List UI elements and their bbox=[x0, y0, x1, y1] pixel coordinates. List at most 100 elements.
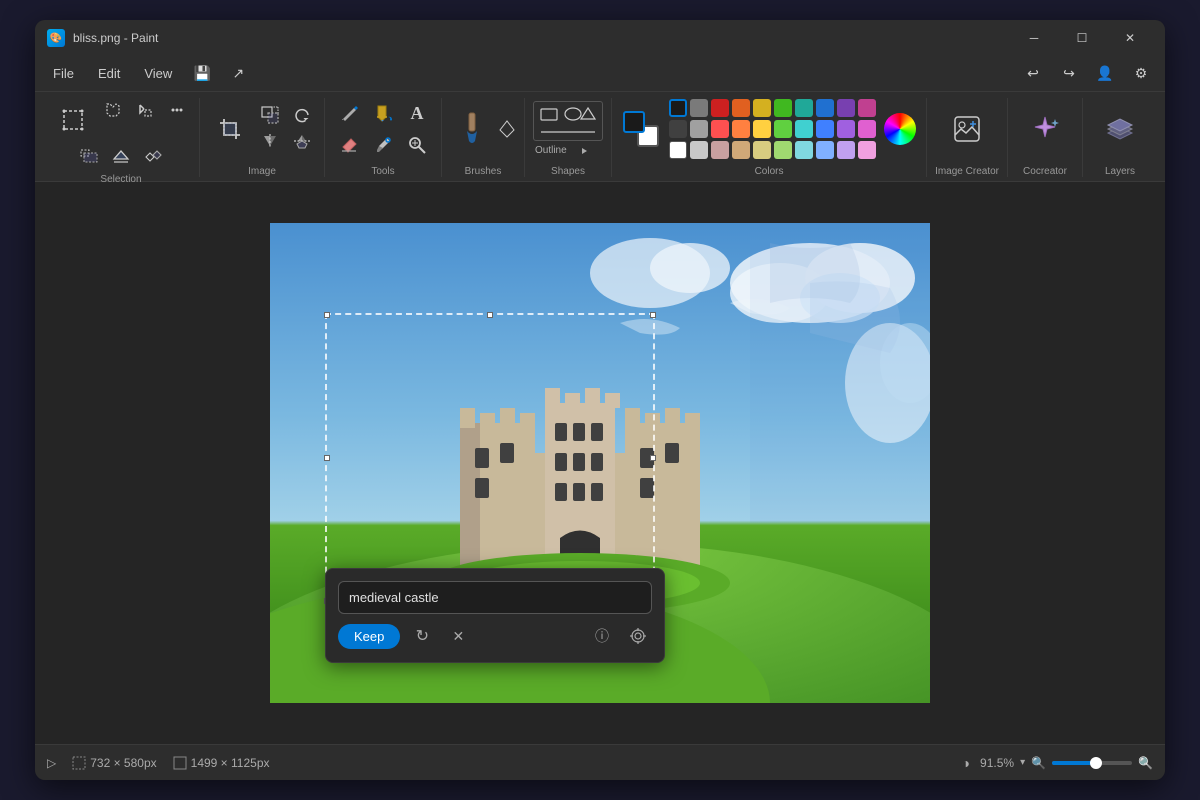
text-btn[interactable]: A bbox=[401, 98, 433, 128]
select-all-btn[interactable] bbox=[75, 144, 103, 168]
zoom-level-text: 91.5% bbox=[976, 756, 1014, 770]
cs-22[interactable] bbox=[690, 120, 708, 138]
cs-33[interactable] bbox=[711, 141, 729, 159]
keep-button[interactable]: Keep bbox=[338, 624, 400, 649]
cs-28[interactable] bbox=[816, 120, 834, 138]
pencil-btn[interactable] bbox=[333, 98, 365, 128]
foreground-color-swatch[interactable] bbox=[623, 111, 645, 133]
canvas-image: Keep ↻ ✕ ⓘ bbox=[270, 223, 930, 703]
free-select-btn[interactable] bbox=[99, 98, 127, 122]
select-layer-btn[interactable] bbox=[107, 144, 135, 168]
cs-34[interactable] bbox=[732, 141, 750, 159]
resize-btn[interactable] bbox=[256, 103, 284, 127]
colors-content bbox=[623, 98, 916, 164]
selection-content bbox=[51, 98, 191, 172]
image-creator-content bbox=[938, 98, 996, 164]
color-swatch-teal[interactable] bbox=[795, 99, 813, 117]
select-more-btn[interactable] bbox=[139, 144, 167, 168]
magnifier-btn[interactable] bbox=[401, 130, 433, 160]
account-button[interactable]: 👤 bbox=[1089, 60, 1121, 88]
minimize-button[interactable]: ─ bbox=[1011, 23, 1057, 53]
rectangle-select-btn[interactable] bbox=[51, 98, 95, 142]
settings-button[interactable]: ⚙ bbox=[1125, 60, 1157, 88]
save-icon-button[interactable]: 💾 bbox=[186, 60, 218, 88]
crop-btn[interactable] bbox=[208, 103, 252, 155]
color-swatch-yellow[interactable] bbox=[753, 99, 771, 117]
fill-btn[interactable] bbox=[367, 98, 399, 128]
color-swatch-dark-gray[interactable] bbox=[690, 99, 708, 117]
cs-210[interactable] bbox=[858, 120, 876, 138]
zoom-thumb[interactable] bbox=[1090, 757, 1102, 769]
shapes-group: Outline Shapes bbox=[525, 98, 612, 177]
menu-edit[interactable]: Edit bbox=[88, 62, 130, 85]
color-swatch-orange[interactable] bbox=[732, 99, 750, 117]
cs-21[interactable] bbox=[669, 120, 687, 138]
tools-label: Tools bbox=[371, 164, 394, 177]
rotate-btn[interactable] bbox=[288, 103, 316, 127]
main-window: 🎨 bliss.png - Paint ─ ☐ ✕ File Edit View… bbox=[35, 20, 1165, 780]
ai-settings-button[interactable] bbox=[624, 622, 652, 650]
cs-23[interactable] bbox=[711, 120, 729, 138]
color-swatch-purple[interactable] bbox=[837, 99, 855, 117]
colors-label: Colors bbox=[755, 164, 784, 177]
flip-btn[interactable] bbox=[256, 129, 284, 153]
theme-toggle[interactable]: ◑ bbox=[962, 755, 970, 771]
active-colors bbox=[623, 111, 659, 147]
layers-btn[interactable] bbox=[1091, 100, 1149, 158]
menu-file[interactable]: File bbox=[43, 62, 84, 85]
cs-36[interactable] bbox=[774, 141, 792, 159]
regenerate-button[interactable]: ↻ bbox=[408, 622, 436, 650]
cs-31[interactable] bbox=[669, 141, 687, 159]
canvas-area[interactable]: Keep ↻ ✕ ⓘ bbox=[35, 182, 1165, 744]
cs-26[interactable] bbox=[774, 120, 792, 138]
menu-bar: File Edit View 💾 ↗ ↩ ↪ 👤 ⚙ bbox=[35, 56, 1165, 92]
color-swatch-red[interactable] bbox=[711, 99, 729, 117]
close-button[interactable]: ✕ bbox=[1107, 23, 1153, 53]
undo-button[interactable]: ↩ bbox=[1017, 60, 1049, 88]
mirror-btn[interactable] bbox=[288, 129, 316, 153]
select-mode-btn[interactable] bbox=[131, 98, 159, 122]
shapes-gallery[interactable] bbox=[533, 101, 603, 141]
color-swatch-pink[interactable] bbox=[858, 99, 876, 117]
layers-group: Layers bbox=[1083, 98, 1157, 177]
cancel-button[interactable]: ✕ bbox=[444, 622, 472, 650]
select-options-btn[interactable] bbox=[163, 98, 191, 122]
info-button[interactable]: ⓘ bbox=[588, 622, 616, 650]
image-top bbox=[208, 103, 316, 155]
window-controls: ─ ☐ ✕ bbox=[1011, 23, 1153, 53]
share-icon-button[interactable]: ↗ bbox=[222, 60, 254, 88]
menu-view[interactable]: View bbox=[134, 62, 182, 85]
redo-button[interactable]: ↪ bbox=[1053, 60, 1085, 88]
color-swatch-green[interactable] bbox=[774, 99, 792, 117]
cs-37[interactable] bbox=[795, 141, 813, 159]
ribbon: Selection bbox=[35, 92, 1165, 182]
image-creator-btn[interactable] bbox=[938, 100, 996, 158]
cs-39[interactable] bbox=[837, 141, 855, 159]
eyedropper-btn[interactable] bbox=[367, 130, 399, 160]
selection-dims-icon bbox=[72, 756, 86, 770]
canvas-size: 1499 × 1125px bbox=[173, 756, 270, 770]
cs-29[interactable] bbox=[837, 120, 855, 138]
zoom-out-icon[interactable]: 🔍 bbox=[1031, 756, 1046, 770]
cs-310[interactable] bbox=[858, 141, 876, 159]
maximize-button[interactable]: ☐ bbox=[1059, 23, 1105, 53]
zoom-dropdown[interactable]: ▾ bbox=[1020, 757, 1025, 768]
brushes-btn[interactable] bbox=[450, 103, 494, 155]
cursor-icon: ▷ bbox=[47, 756, 56, 770]
cs-32[interactable] bbox=[690, 141, 708, 159]
cs-38[interactable] bbox=[816, 141, 834, 159]
cs-24[interactable] bbox=[732, 120, 750, 138]
cs-27[interactable] bbox=[795, 120, 813, 138]
cs-35[interactable] bbox=[753, 141, 771, 159]
color-swatch-black[interactable] bbox=[669, 99, 687, 117]
zoom-slider[interactable] bbox=[1052, 761, 1132, 765]
menu-right-icons: 👤 ⚙ bbox=[1089, 60, 1157, 88]
color-swatch-blue[interactable] bbox=[816, 99, 834, 117]
ai-prompt-input[interactable] bbox=[338, 581, 652, 614]
eraser-btn[interactable] bbox=[333, 130, 365, 160]
zoom-in-icon[interactable]: 🔍 bbox=[1138, 756, 1153, 770]
cs-25[interactable] bbox=[753, 120, 771, 138]
cocreator-btn[interactable] bbox=[1016, 100, 1074, 158]
shapes-label: Shapes bbox=[551, 164, 585, 177]
color-wheel-btn[interactable] bbox=[884, 113, 916, 145]
